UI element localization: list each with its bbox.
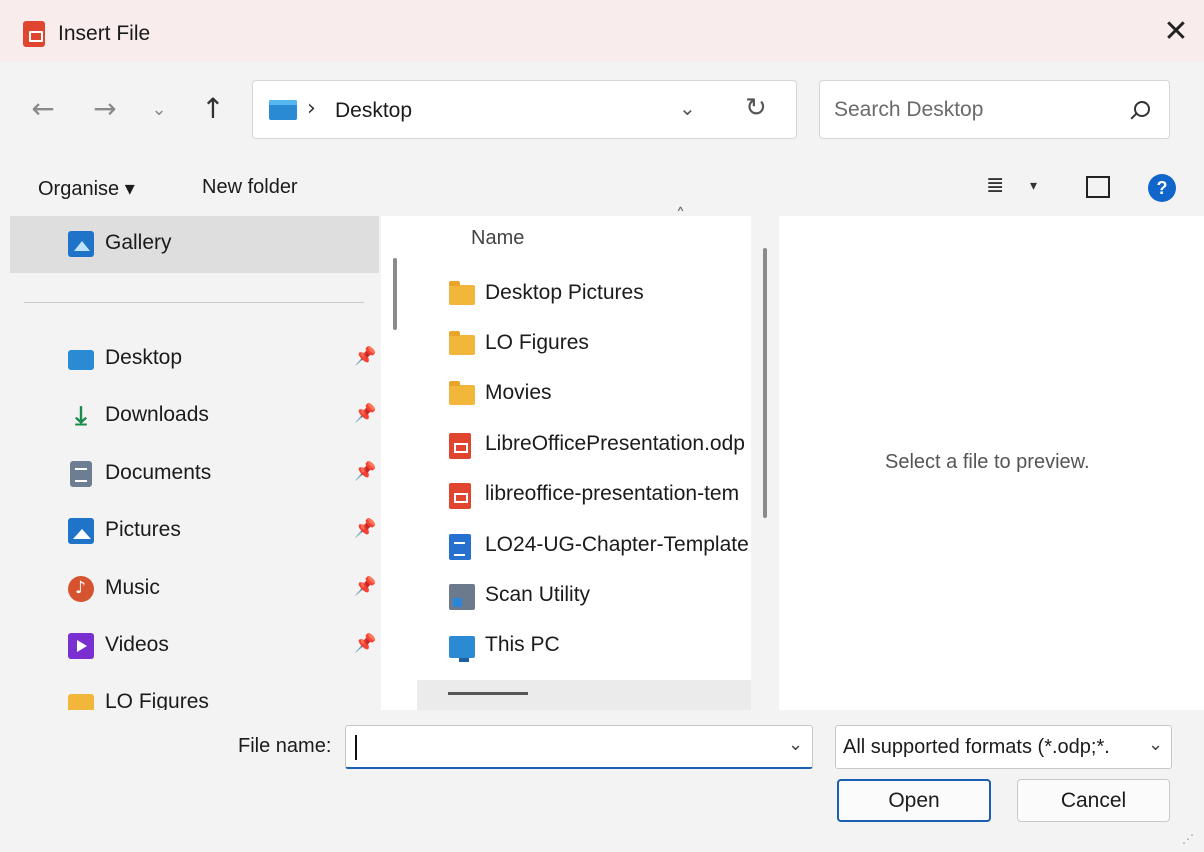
sidebar-item-lo-figures[interactable]: LO Figures: [64, 684, 381, 710]
preview-message: Select a file to preview.: [885, 451, 1090, 473]
chevron-down-icon[interactable]: ⌄: [788, 734, 803, 755]
file-row-lo24-ug-chapter-template[interactable]: LO24-UG-Chapter-Template: [445, 527, 751, 567]
file-name: Scan Utility: [485, 583, 591, 606]
folder-icon: [449, 281, 475, 305]
search-box[interactable]: [819, 80, 1170, 139]
folder-icon: [449, 381, 475, 405]
file-row-libreoffice-presentation-template[interactable]: libreoffice-presentation-tem: [445, 476, 751, 516]
search-icon[interactable]: [1134, 101, 1150, 117]
breadcrumb-separator: ›: [307, 96, 316, 121]
file-row-this-pc[interactable]: This PC: [445, 627, 751, 667]
file-row-lo-figures[interactable]: LO Figures: [445, 325, 751, 365]
impress-app-icon: [23, 21, 45, 47]
desktop-folder-icon: [269, 100, 297, 120]
file-name: LO Figures: [485, 331, 589, 354]
file-type-filter-value: All supported formats (*.odp;*.: [843, 736, 1110, 758]
file-name-combobox[interactable]: ⌄: [345, 725, 813, 769]
address-bar[interactable]: › Desktop ⌄ ↻: [252, 80, 797, 139]
cancel-button[interactable]: Cancel: [1017, 779, 1170, 822]
folder-icon: [68, 694, 94, 710]
chevron-down-icon[interactable]: ⌄: [1148, 734, 1163, 755]
writer-file-icon: [449, 534, 471, 560]
impress-file-icon: [449, 433, 471, 459]
horizontal-scrollbar-thumb[interactable]: [448, 692, 528, 695]
file-name: libreoffice-presentation-tem: [485, 482, 740, 505]
file-name: This PC: [485, 633, 560, 656]
organise-menu-button[interactable]: Organise ▾: [38, 176, 135, 201]
file-name: LO24-UG-Chapter-Template: [485, 533, 749, 556]
file-type-filter-select[interactable]: All supported formats (*.odp;*. ⌄: [835, 725, 1172, 769]
file-row-desktop-pictures[interactable]: Desktop Pictures: [445, 275, 751, 315]
file-list-scrollbar-thumb[interactable]: [763, 248, 767, 518]
resize-grip-icon[interactable]: ⋰: [1182, 832, 1194, 846]
file-name: LibreOfficePresentation.odp: [485, 432, 745, 455]
impress-file-icon: [449, 483, 471, 509]
file-name: Movies: [485, 381, 552, 404]
sort-ascending-icon: ˄: [676, 205, 685, 226]
sidebar-item-label: LO Figures: [105, 690, 209, 710]
file-name-input[interactable]: [354, 732, 774, 762]
file-name: Desktop Pictures: [485, 281, 644, 304]
open-button[interactable]: Open: [837, 779, 991, 822]
title-bar: [0, 0, 1204, 62]
app-shortcut-icon: [449, 584, 475, 610]
sidebar-clip: LO Figures: [0, 216, 381, 710]
window-title: Insert File: [58, 22, 151, 45]
address-dropdown-button[interactable]: ⌄: [679, 96, 696, 120]
new-folder-button[interactable]: New folder: [202, 176, 298, 199]
help-icon[interactable]: ?: [1148, 174, 1176, 202]
file-row-movies[interactable]: Movies: [445, 375, 751, 415]
preview-pane-toggle-icon[interactable]: [1086, 176, 1110, 198]
view-options-dropdown-icon[interactable]: ▾: [1030, 178, 1037, 194]
sidebar-scrollbar[interactable]: [393, 258, 397, 330]
this-pc-icon: [449, 636, 475, 662]
back-button[interactable]: ←: [26, 95, 60, 123]
recent-locations-button[interactable]: ⌄: [146, 97, 172, 123]
column-header-name[interactable]: Name: [471, 227, 524, 250]
file-name-label: File name:: [238, 735, 332, 757]
breadcrumb-desktop[interactable]: Desktop: [335, 99, 412, 123]
close-button[interactable]: ✕: [1156, 14, 1196, 50]
command-toolbar: [0, 160, 1204, 216]
folder-icon: [449, 331, 475, 355]
text-cursor: [355, 735, 357, 760]
up-one-level-button[interactable]: ↑: [196, 94, 230, 124]
search-input[interactable]: [834, 94, 1114, 126]
file-list-horizontal-scrollbar[interactable]: [417, 680, 751, 710]
file-row-libreoffice-presentation[interactable]: LibreOfficePresentation.odp: [445, 426, 751, 466]
refresh-button[interactable]: ↻: [745, 93, 767, 123]
file-row-scan-utility[interactable]: Scan Utility: [445, 577, 751, 617]
view-options-icon[interactable]: ≣: [986, 173, 1004, 198]
forward-button[interactable]: →: [88, 95, 122, 123]
